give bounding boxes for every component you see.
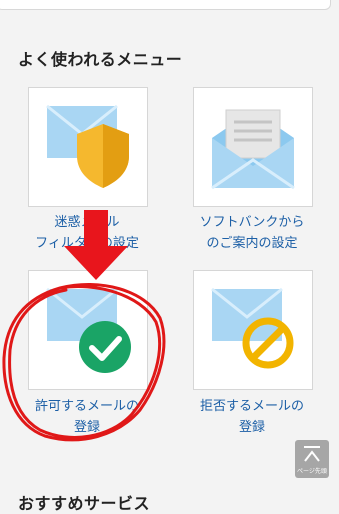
top-card: [0, 0, 331, 10]
page-top-label: ページ先頭: [297, 468, 327, 475]
section-title: よく使われるメニュー: [18, 50, 183, 69]
envelope-check-icon: [46, 287, 131, 373]
envelope-shield-icon: [46, 104, 129, 188]
next-section-title: おすすめサービス: [18, 494, 151, 513]
menu-label-allow-mail[interactable]: 許可するメールの 登録: [12, 396, 162, 438]
chevron-up-icon: [304, 446, 320, 462]
menu-tile-softbank-info[interactable]: [193, 87, 313, 207]
menu-tile-block-mail[interactable]: [193, 270, 313, 390]
menu-tile-spam-filter[interactable]: [28, 87, 148, 207]
page-top-button[interactable]: ページ先頭: [295, 440, 329, 478]
menu-label-block-mail[interactable]: 拒否するメールの 登録: [177, 396, 327, 438]
menu-label-softbank-info[interactable]: ソフトバンクから のご案内の設定: [177, 212, 327, 254]
menu-tile-allow-mail[interactable]: [28, 270, 148, 390]
open-envelope-letter-icon: [211, 109, 295, 190]
menu-label-spam-filter[interactable]: 迷惑メール フィルターの設定: [12, 212, 162, 254]
envelope-prohibited-icon: [211, 287, 294, 369]
